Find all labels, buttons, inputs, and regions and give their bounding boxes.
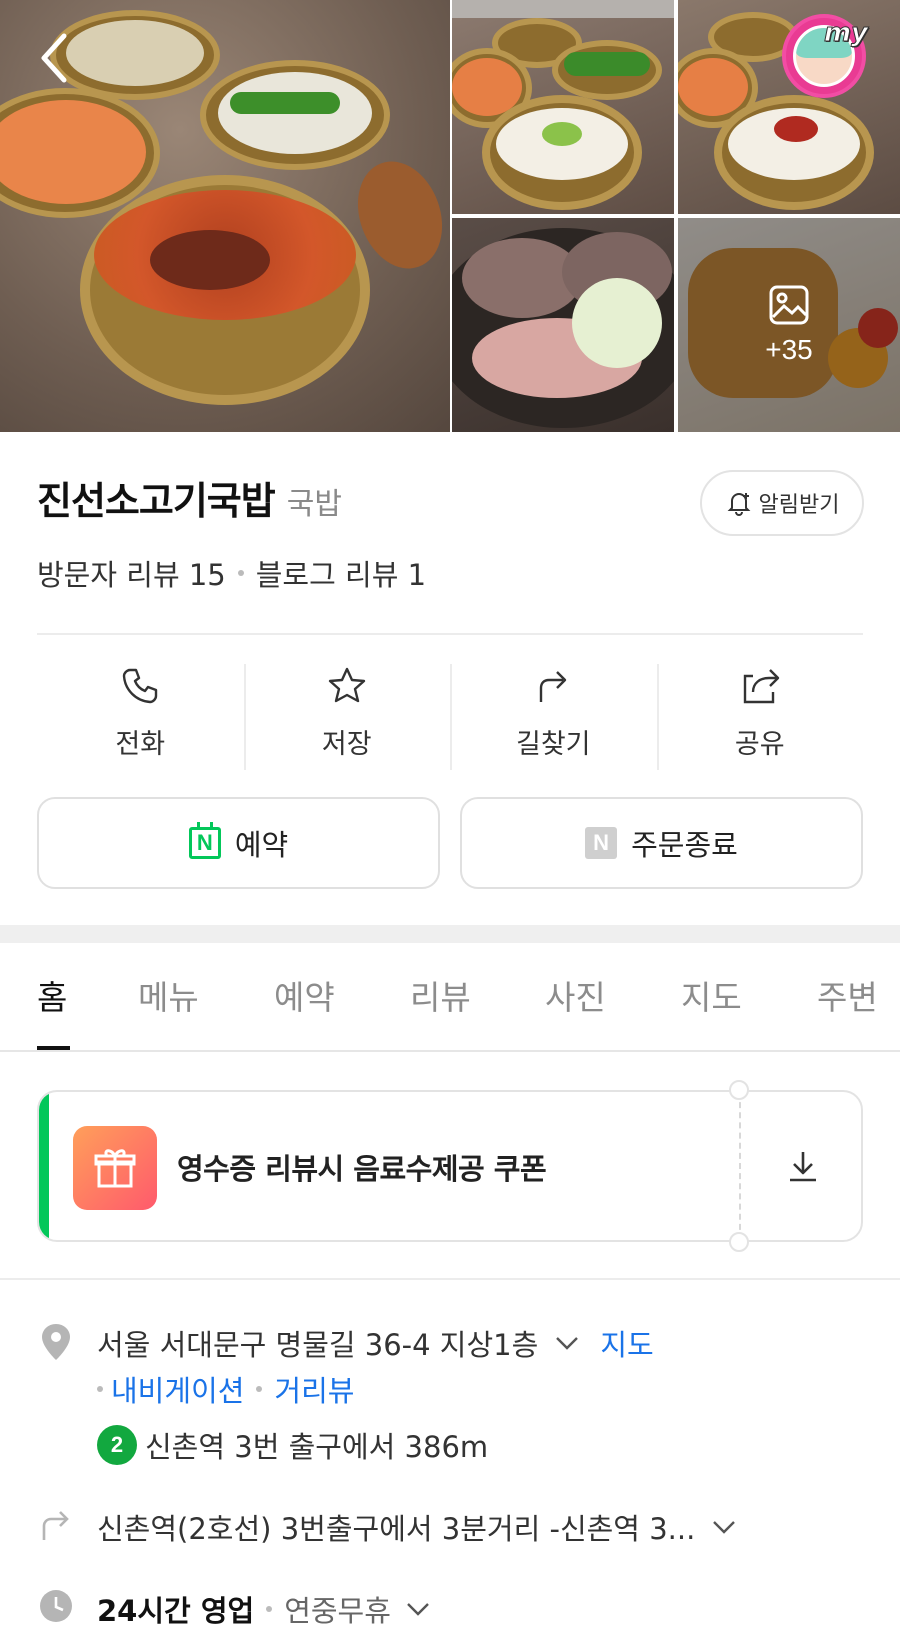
order-closed-label: 주문종료 xyxy=(631,828,738,862)
share-icon xyxy=(743,669,779,704)
divider xyxy=(0,1278,900,1280)
blog-review-link[interactable]: 블로그 리뷰 1 xyxy=(256,552,426,594)
place-category: 국밥 xyxy=(286,487,342,522)
booking-buttons: N 예약 N 주문종료 xyxy=(37,797,863,889)
visitor-review-link[interactable]: 방문자 리뷰 15 xyxy=(37,552,226,594)
separator-dot xyxy=(256,1386,263,1392)
more-photos-button[interactable]: +35 xyxy=(678,218,900,432)
photo-gallery: +35 my xyxy=(0,0,900,432)
my-profile-button[interactable]: my xyxy=(782,14,869,98)
save-label: 저장 xyxy=(321,729,372,760)
share-button[interactable]: 공유 xyxy=(656,660,864,770)
address-text: 서울 서대문구 명물길 36-4 지상1층 xyxy=(97,1328,539,1362)
subway-info: 2 신촌역 3번 출구에서 386m xyxy=(97,1424,488,1466)
directions-arrow-icon xyxy=(42,1511,69,1540)
phone-icon xyxy=(123,668,158,704)
coupon-accent-bar xyxy=(39,1092,49,1240)
coupon-notch xyxy=(729,1080,749,1100)
bell-plus-icon xyxy=(727,493,750,516)
address-links: 내비게이션 거리뷰 xyxy=(97,1368,354,1410)
divider xyxy=(0,1050,900,1052)
divider xyxy=(37,633,863,635)
save-button[interactable]: 저장 xyxy=(243,660,451,770)
place-name: 진선소고기국밥 xyxy=(37,479,276,523)
location-pin-icon xyxy=(42,1324,70,1360)
tab-reviews[interactable]: 리뷰 xyxy=(410,971,471,1019)
gift-icon xyxy=(73,1126,157,1210)
my-label: my xyxy=(823,18,868,49)
tab-bar: 홈 메뉴 예약 리뷰 사진 지도 주변 xyxy=(0,943,900,1053)
clock-icon xyxy=(40,1590,72,1622)
call-button[interactable]: 전화 xyxy=(37,660,244,770)
chevron-left-icon xyxy=(41,33,67,83)
tab-reservation[interactable]: 예약 xyxy=(274,971,335,1019)
tab-photos[interactable]: 사진 xyxy=(545,971,606,1019)
map-link[interactable]: 지도 xyxy=(600,1322,653,1364)
naver-order-icon: N xyxy=(585,827,618,859)
address-row[interactable]: 서울 서대문구 명물길 36-4 지상1층 지도 xyxy=(97,1322,654,1364)
navigation-link[interactable]: 내비게이션 xyxy=(111,1368,244,1410)
review-summary: 방문자 리뷰 15 블로그 리뷰 1 xyxy=(37,552,426,594)
image-icon xyxy=(769,285,809,325)
naver-reserve-icon: N xyxy=(188,822,221,859)
coupon-notch xyxy=(729,1232,749,1252)
gallery-photo-1[interactable] xyxy=(452,0,674,214)
coupon-text: 영수증 리뷰시 음료수제공 쿠폰 xyxy=(177,1152,547,1186)
tab-map[interactable]: 지도 xyxy=(681,971,742,1019)
reserve-label: 예약 xyxy=(234,828,289,862)
directions-text: 신촌역(2호선) 3번출구에서 3분거리 -신촌역 3... xyxy=(97,1512,696,1546)
chevron-down-icon xyxy=(556,1337,579,1350)
place-title-row: 진선소고기국밥 국밥 xyxy=(37,470,342,525)
separator-dot xyxy=(97,1386,103,1392)
hours-sub: 연중무휴 xyxy=(284,1594,391,1628)
alert-subscribe-label: 알림받기 xyxy=(758,493,840,518)
directions-arrow-icon xyxy=(540,671,567,702)
directions-label: 길찾기 xyxy=(515,729,591,760)
coupon-download-button[interactable] xyxy=(741,1092,861,1240)
tab-nearby[interactable]: 주변 xyxy=(817,971,878,1019)
gallery-photo-3[interactable] xyxy=(452,218,674,432)
download-icon xyxy=(790,1152,816,1182)
subway-distance-text: 신촌역 3번 출구에서 386m xyxy=(145,1430,489,1464)
chevron-down-icon xyxy=(713,1521,736,1534)
section-separator xyxy=(0,925,900,943)
streetview-link[interactable]: 거리뷰 xyxy=(274,1368,354,1410)
separator-dot xyxy=(266,1606,273,1612)
directions-row[interactable]: 신촌역(2호선) 3번출구에서 3분거리 -신촌역 3... xyxy=(97,1506,739,1548)
directions-button[interactable]: 길찾기 xyxy=(450,660,657,770)
chevron-down-icon xyxy=(407,1603,429,1616)
star-icon xyxy=(328,667,365,703)
more-photos-count: +35 xyxy=(765,334,813,365)
separator-dot xyxy=(237,570,244,576)
share-label: 공유 xyxy=(734,729,785,760)
coupon-card[interactable]: 영수증 리뷰시 음료수제공 쿠폰 xyxy=(37,1090,863,1242)
alert-subscribe-button[interactable]: 알림받기 xyxy=(700,470,864,536)
action-bar: 전화 저장 길찾기 공유 xyxy=(37,660,863,770)
reserve-button[interactable]: N 예약 xyxy=(37,797,440,889)
call-label: 전화 xyxy=(115,729,166,760)
tab-home[interactable]: 홈 xyxy=(37,971,67,1019)
order-closed-button[interactable]: N 주문종료 xyxy=(460,797,863,889)
back-button[interactable] xyxy=(36,30,76,86)
tab-menu[interactable]: 메뉴 xyxy=(138,971,199,1019)
hours-row[interactable]: 24시간 영업 연중무휴 xyxy=(97,1588,433,1630)
hours-main: 24시간 영업 xyxy=(97,1594,255,1628)
subway-line-badge: 2 xyxy=(97,1425,137,1465)
